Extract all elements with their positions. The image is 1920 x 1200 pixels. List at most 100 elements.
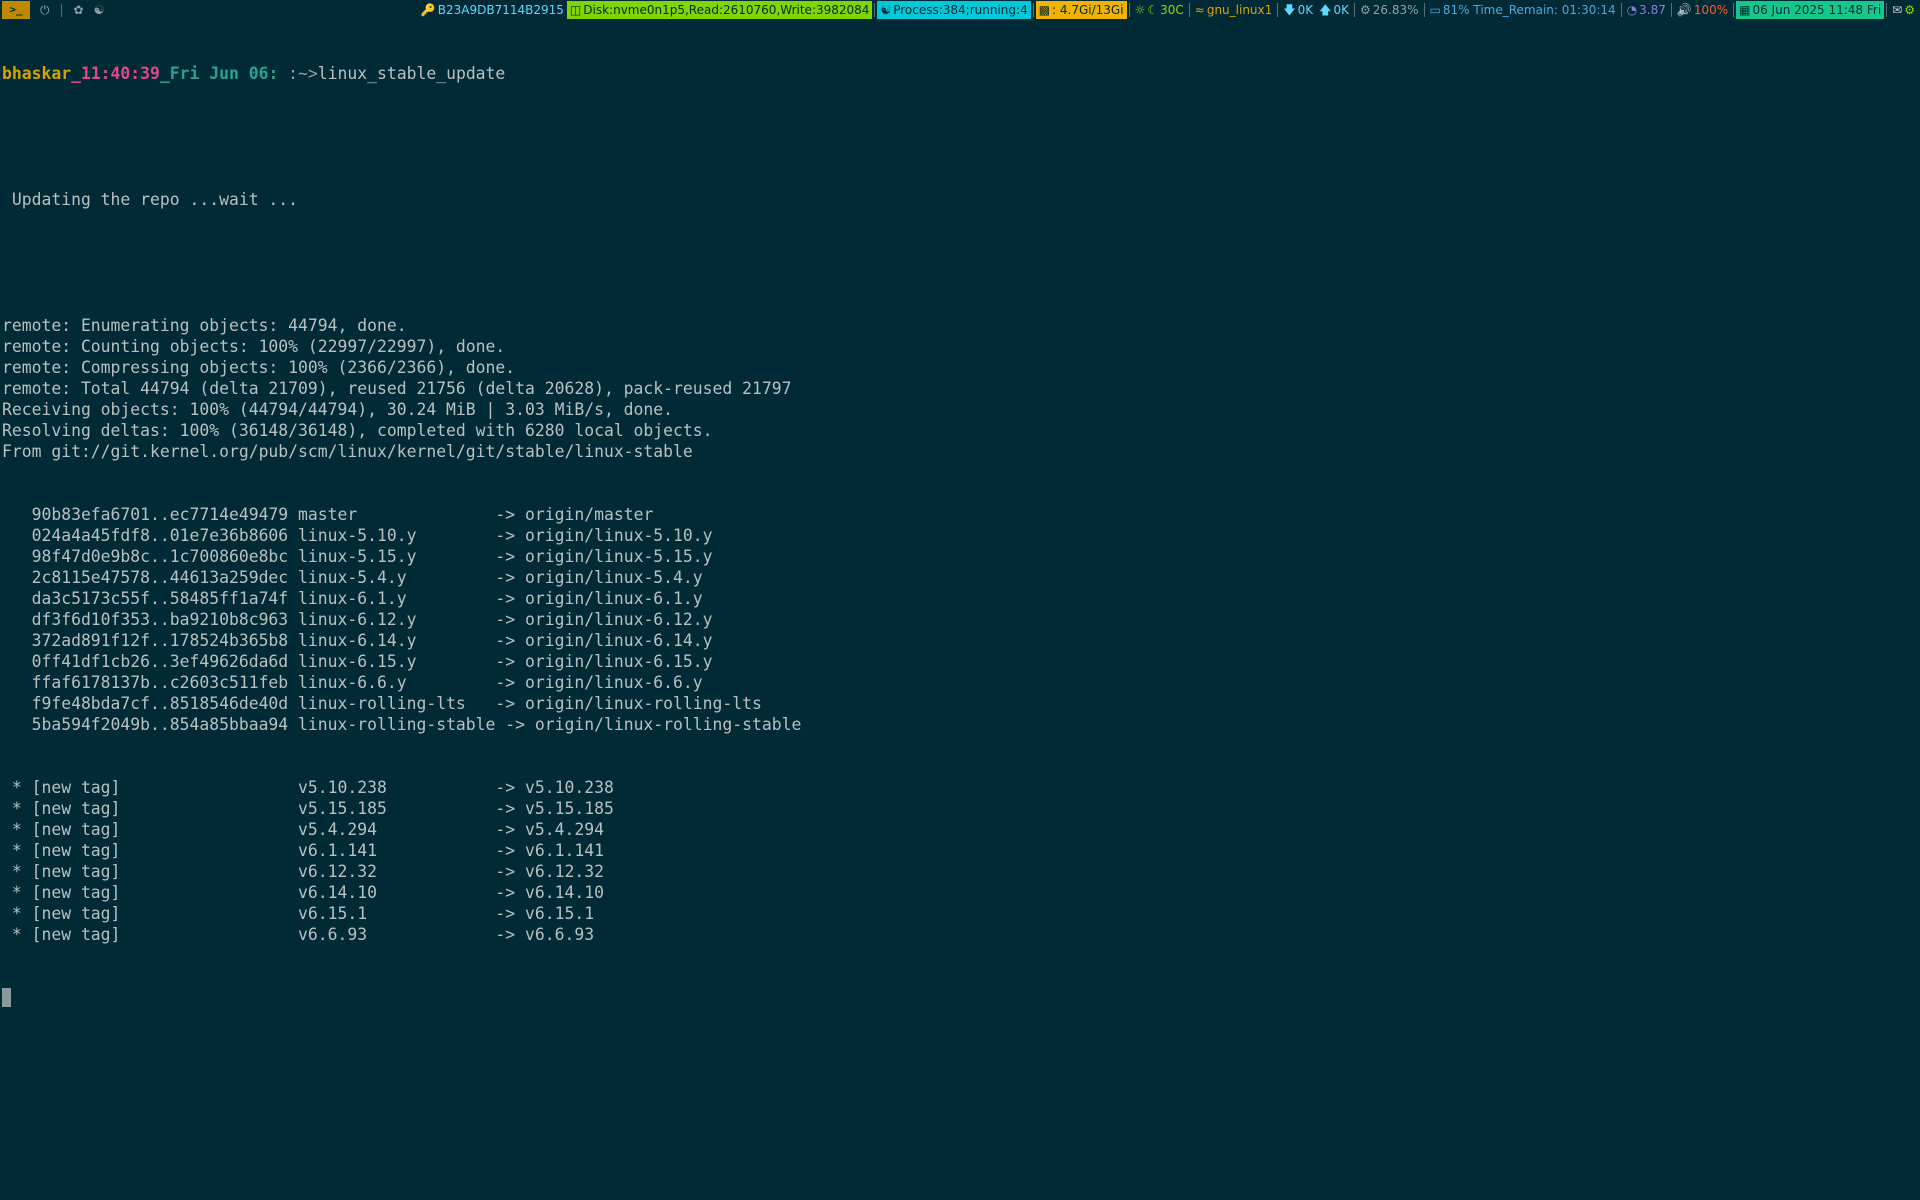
battery-icon: ▭ (1429, 3, 1441, 17)
commit-range: da3c5173c55f..58485ff1a74f (2, 589, 299, 608)
process-stats: Process:384;running:4 (893, 3, 1028, 17)
cpu-segment: ⚙ 26.83% (1357, 1, 1422, 19)
power-icon[interactable]: ⏻ (40, 0, 50, 20)
tag-target: -> v5.15.185 (495, 799, 614, 818)
branch-update-line: 372ad891f12f..178524b365b8 linux-6.14.y … (2, 630, 1918, 651)
terminal-cursor (2, 988, 11, 1007)
new-tag-line: * [new tag] v6.6.93 -> v6.6.93 (2, 924, 1918, 945)
new-tag-line: * [new tag] v6.15.1 -> v6.15.1 (2, 903, 1918, 924)
battery-value: 81% Time_Remain: 01:30:14 (1442, 3, 1616, 17)
branch-update-line: ffaf6178137b..c2603c511feb linux-6.6.y -… (2, 672, 1918, 693)
remote-branch: -> origin/master (495, 505, 654, 524)
commit-range: ffaf6178137b..c2603c511feb (2, 673, 299, 692)
branch-update-line: da3c5173c55f..58485ff1a74f linux-6.1.y -… (2, 588, 1918, 609)
git-output-line: remote: Enumerating objects: 44794, done… (2, 316, 407, 335)
load-segment: ◔ 3.87 (1624, 1, 1669, 19)
remote-branch: -> origin/linux-5.10.y (495, 526, 713, 545)
git-output-line: Receiving objects: 100% (44794/44794), 3… (2, 400, 674, 419)
separator (1188, 3, 1190, 17)
remote-branch: -> origin/linux-rolling-lts (495, 694, 762, 713)
key-icon: 🔑 (420, 3, 436, 17)
new-tag-line: * [new tag] v5.10.238 -> v5.10.238 (2, 777, 1918, 798)
disk-icon: ◫ (569, 3, 582, 17)
remote-branch: -> origin/linux-5.4.y (495, 568, 703, 587)
branch-update-line: 2c8115e47578..44613a259dec linux-5.4.y -… (2, 567, 1918, 588)
tray-segment: ✉ ⚙ (1889, 1, 1920, 19)
terminal-window[interactable]: bhaskar_11:40:39_Fri Jun 06: :~>linux_st… (2, 21, 1918, 1197)
tag-name: v5.4.294 (298, 820, 496, 839)
tag-name: v6.14.10 (298, 883, 496, 902)
date-segment[interactable]: ▦ 06 Jun 2025 11:48 Fri (1736, 1, 1885, 19)
tux-icon: ☯ (880, 3, 892, 17)
branch-update-line: f9fe48bda7cf..8518546de40d linux-rolling… (2, 693, 1918, 714)
network-tray-icon[interactable]: ⚙ (1904, 0, 1915, 20)
separator (1886, 3, 1888, 17)
battery-segment: ▭ 81% Time_Remain: 01:30:14 (1427, 1, 1619, 19)
local-branch: linux-rolling-lts (298, 694, 496, 713)
load-value: 3.87 (1639, 3, 1666, 17)
git-output-line: remote: Counting objects: 100% (22997/22… (2, 337, 506, 356)
calendar-icon: ▦ (1739, 3, 1751, 17)
tag-target: -> v6.14.10 (495, 883, 604, 902)
terminal-launcher-button[interactable]: >_ (2, 1, 30, 19)
remote-branch: -> origin/linux-6.15.y (495, 652, 713, 671)
new-tag-line: * [new tag] v6.1.141 -> v6.1.141 (2, 840, 1918, 861)
status-bar-left: >_ ⏻ | ✿ ☯ (0, 0, 104, 20)
memory-stats: : 4.7Gi/13Gi (1052, 3, 1124, 17)
tag-label: * [new tag] (2, 904, 299, 923)
tag-target: -> v5.10.238 (495, 778, 614, 797)
key-id: B23A9DB7114B2915 (437, 3, 564, 17)
branch-update-lines: 90b83efa6701..ec7714e49479 master -> ori… (2, 504, 1918, 735)
volume-segment[interactable]: 🔊 100% (1674, 1, 1731, 19)
local-branch: linux-6.15.y (298, 652, 496, 671)
new-tag-line: * [new tag] v5.4.294 -> v5.4.294 (2, 819, 1918, 840)
tag-label: * [new tag] (2, 883, 299, 902)
branch-update-line: 5ba594f2049b..854a85bbaa94 linux-rolling… (2, 714, 1918, 735)
commit-range: f9fe48bda7cf..8518546de40d (2, 694, 299, 713)
leaf-icon[interactable]: ✿ (74, 0, 84, 20)
disk-segment: ◫ Disk:nvme0n1p5,Read:2610760,Write:3982… (566, 1, 873, 19)
tag-target: -> v6.15.1 (495, 904, 595, 923)
branch-update-line: 90b83efa6701..ec7714e49479 master -> ori… (2, 504, 1918, 525)
separator (1354, 3, 1355, 17)
new-tag-line: * [new tag] v6.12.32 -> v6.12.32 (2, 861, 1918, 882)
tag-name: v6.1.141 (298, 841, 496, 860)
git-output-line: remote: Total 44794 (delta 21709), reuse… (2, 379, 792, 398)
cursor-line (2, 987, 1918, 1008)
git-output-line: From git://git.kernel.org/pub/scm/linux/… (2, 442, 693, 461)
remote-branch: -> origin/linux-6.1.y (495, 589, 703, 608)
local-branch: master (298, 505, 496, 524)
local-branch: linux-5.15.y (298, 547, 496, 566)
wifi-segment[interactable]: ≈ gnu_linux1 (1192, 1, 1276, 19)
separator-icon: | (59, 3, 64, 17)
commit-range: 98f47d0e9b8c..1c700860e8bc (2, 547, 299, 566)
new-tag-line: * [new tag] v5.15.185 -> v5.15.185 (2, 798, 1918, 819)
local-branch: linux-6.12.y (298, 610, 496, 629)
tag-name: v5.10.238 (298, 778, 496, 797)
local-branch: linux-rolling-stable (298, 715, 506, 734)
output-line-blank (2, 126, 1918, 147)
tag-target: -> v6.1.141 (495, 841, 604, 860)
mail-icon[interactable]: ✉ (1892, 0, 1902, 20)
tag-name: v6.15.1 (298, 904, 496, 923)
new-tag-lines: * [new tag] v5.10.238 -> v5.10.238 * [ne… (2, 777, 1918, 945)
tag-name: v6.12.32 (298, 862, 496, 881)
prompt-command: linux_stable_update (317, 64, 506, 83)
tag-target: -> v5.4.294 (495, 820, 604, 839)
moon-icon: ☾ (1147, 3, 1159, 17)
process-segment: ☯ Process:384;running:4 (877, 1, 1031, 19)
separator (1620, 3, 1622, 17)
remote-branch: -> origin/linux-5.15.y (495, 547, 713, 566)
tag-target: -> v6.12.32 (495, 862, 604, 881)
commit-range: 2c8115e47578..44613a259dec (2, 568, 299, 587)
prompt-time: _11:40:39 (71, 64, 160, 83)
linux-icon[interactable]: ☯ (94, 0, 105, 20)
prompt-line: bhaskar_11:40:39_Fri Jun 06: :~>linux_st… (2, 63, 1918, 84)
prompt-date: _Fri Jun 06: (159, 64, 279, 83)
date-value: 06 Jun 2025 11:48 Fri (1752, 3, 1882, 17)
speaker-icon: 🔊 (1676, 3, 1692, 17)
tag-label: * [new tag] (2, 799, 299, 818)
branch-update-line: df3f6d10f353..ba9210b8c963 linux-6.12.y … (2, 609, 1918, 630)
net-down-value: 0K (1297, 3, 1314, 17)
git-output-line: remote: Compressing objects: 100% (2366/… (2, 358, 516, 377)
